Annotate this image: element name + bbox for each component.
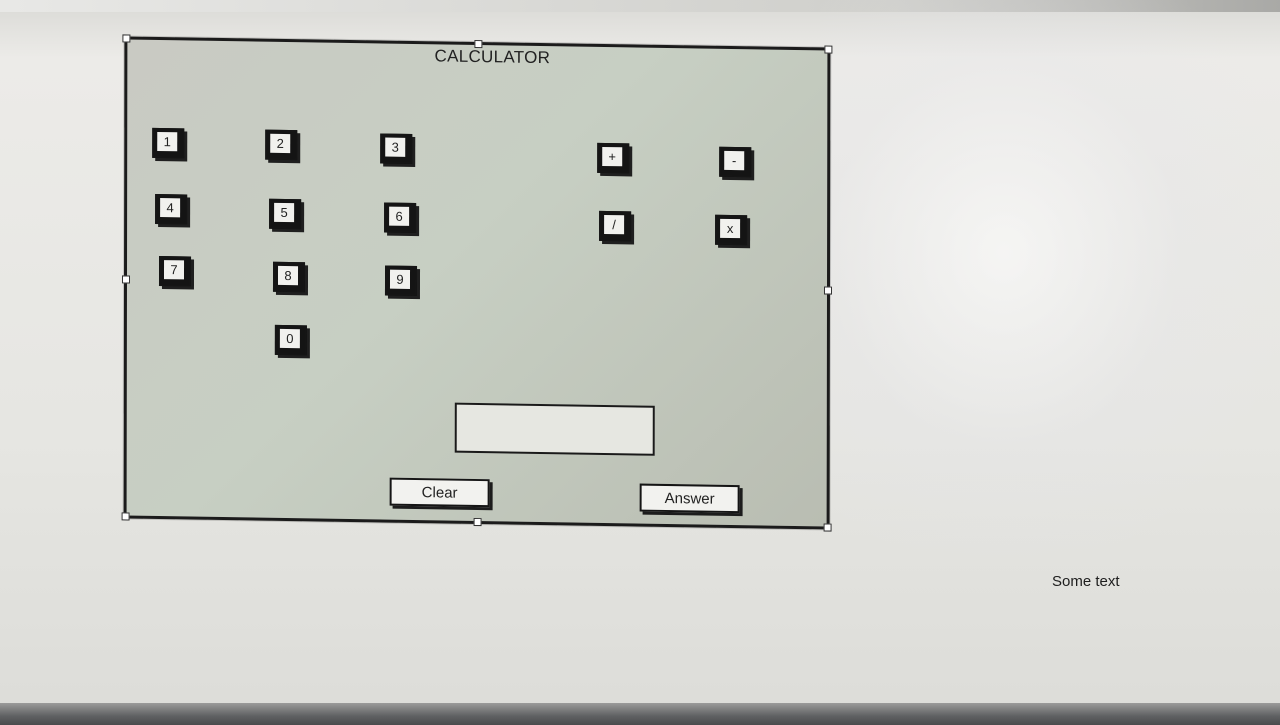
answer-button[interactable]: Answer (639, 483, 740, 514)
key-label: 1 (157, 131, 178, 152)
key-label: 3 (385, 137, 406, 157)
key-6[interactable]: 6 (384, 202, 417, 234)
footer-label: Some text (1052, 573, 1120, 590)
key-label: 4 (160, 198, 181, 218)
calculator-title: CALCULATOR (434, 46, 551, 68)
key-0[interactable]: 0 (274, 324, 307, 356)
key-label: x (720, 218, 741, 239)
key-2[interactable]: 2 (265, 129, 298, 161)
key-4[interactable]: 4 (155, 193, 188, 225)
calculator-window: CALCULATOR 1 2 3 4 5 6 7 8 9 0 + - / x C… (121, 34, 833, 532)
key-label: 9 (389, 269, 411, 289)
resize-handle-top-right[interactable] (824, 45, 833, 54)
key-label: 6 (389, 206, 410, 226)
resize-handle-top-left[interactable] (122, 34, 131, 43)
key-label: - (724, 150, 745, 171)
key-divide[interactable]: / (599, 210, 632, 242)
monitor-bezel (0, 703, 1280, 725)
key-1[interactable]: 1 (152, 127, 185, 159)
key-3[interactable]: 3 (380, 133, 413, 164)
key-9[interactable]: 9 (384, 265, 418, 297)
resize-handle-bottom-right[interactable] (823, 523, 832, 532)
key-subtract[interactable]: - (719, 146, 752, 178)
screen-top-edge (0, 0, 1280, 12)
clear-button[interactable]: Clear (389, 477, 490, 508)
key-label: 5 (274, 202, 295, 223)
key-7[interactable]: 7 (158, 256, 192, 287)
key-label: 7 (163, 260, 185, 280)
resize-handle-bottom-left[interactable] (121, 512, 130, 521)
key-label: 2 (270, 133, 291, 154)
key-label: / (604, 214, 625, 235)
resize-handle-right[interactable] (823, 286, 833, 295)
key-label: 0 (279, 328, 300, 349)
key-8[interactable]: 8 (272, 261, 306, 293)
resize-handle-left[interactable] (121, 275, 131, 284)
screen-glare (820, 0, 1280, 560)
key-add[interactable]: + (597, 142, 630, 174)
key-label: + (602, 146, 623, 167)
key-label: 8 (277, 265, 299, 286)
resize-handle-bottom[interactable] (473, 517, 482, 527)
key-multiply[interactable]: x (715, 214, 748, 246)
result-display (454, 402, 655, 456)
key-5[interactable]: 5 (269, 198, 302, 230)
